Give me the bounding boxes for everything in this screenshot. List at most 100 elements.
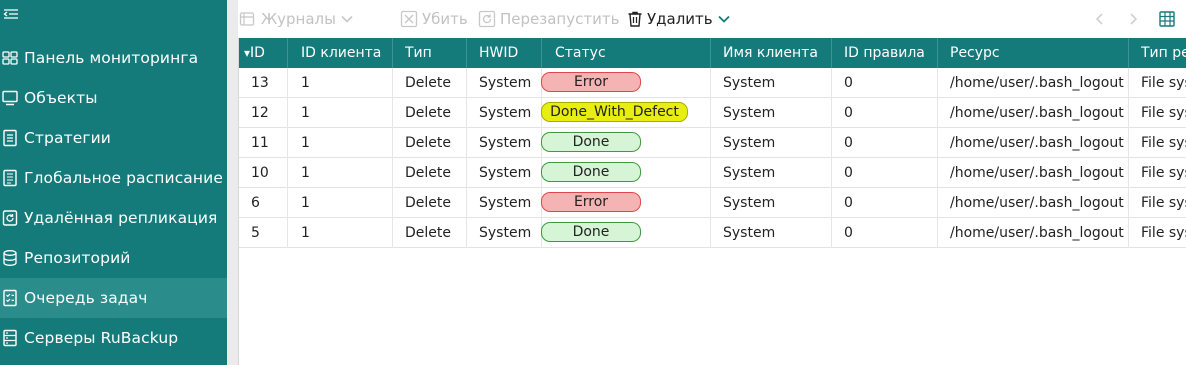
table-cell-id: 13	[251, 75, 269, 91]
column-header[interactable]: ▾ID	[244, 38, 265, 68]
column-divider[interactable]	[287, 38, 288, 68]
table-cell-rule-id: 0	[844, 75, 853, 91]
table-cell-type: Delete	[405, 105, 451, 121]
column-header[interactable]: ID клиента	[301, 38, 381, 68]
chevron-down-icon	[717, 15, 730, 23]
table-cell-client-name: System	[723, 75, 776, 91]
cell-divider	[710, 128, 711, 158]
restart-button[interactable]: Перезапустить	[478, 9, 619, 29]
next-page-button[interactable]	[1126, 9, 1140, 29]
column-header-label: Ресурс	[950, 45, 1000, 61]
sidebar-item[interactable]: Панель мониторинга	[0, 38, 227, 78]
kill-button[interactable]: Убить	[400, 9, 468, 29]
table-cell-resource-type: File system	[1141, 195, 1186, 211]
cell-divider	[466, 218, 467, 248]
table-cell-resource: /home/user/.bash_logout	[950, 225, 1124, 241]
sidebar-item[interactable]: Удалённая репликация	[0, 198, 227, 238]
table-row[interactable]: 10 1 Delete System Done System 0/home/user/.ba…	[239, 158, 1186, 188]
column-header[interactable]: Тип ресурса	[1141, 38, 1186, 68]
cell-divider	[466, 68, 467, 98]
table-cell-resource-type: File system	[1141, 165, 1186, 181]
delete-button[interactable]: Удалить	[626, 9, 731, 29]
table-row[interactable]: 6 1 Delete System Error System 0/home/user/.ba…	[239, 188, 1186, 218]
column-divider[interactable]	[1128, 38, 1129, 68]
table-settings-icon	[1159, 11, 1175, 27]
table-cell-client-name: System	[723, 225, 776, 241]
monitor-icon	[2, 89, 18, 107]
server-icon	[2, 329, 18, 347]
schedule-list-icon	[2, 169, 18, 187]
cell-divider	[287, 128, 288, 158]
sidebar-item[interactable]: Репозиторий	[0, 238, 227, 278]
column-divider[interactable]	[541, 38, 542, 68]
journals-button[interactable]: Журналы	[238, 9, 354, 29]
sidebar-item-label: Глобальное расписание	[24, 169, 223, 187]
table-cell-id: 11	[251, 135, 269, 151]
cell-divider	[937, 68, 938, 98]
cell-divider	[710, 218, 711, 248]
cell-divider	[392, 218, 393, 248]
column-header[interactable]: Ресурс	[950, 38, 1000, 68]
previous-page-button[interactable]	[1093, 9, 1107, 29]
sidebar-item[interactable]: Стратегии	[0, 118, 227, 158]
table-row[interactable]: 5 1 Delete System Done System 0/home/user/.bas…	[239, 218, 1186, 248]
table-cell-rule-id: 0	[844, 105, 853, 121]
cell-divider	[710, 68, 711, 98]
document-icon	[2, 129, 18, 147]
table-row[interactable]: 13 1 Delete System Error System 0/home/user/.b…	[239, 68, 1186, 98]
cell-divider	[831, 68, 832, 98]
sidebar-item[interactable]: Глобальное расписание	[0, 158, 227, 198]
cell-divider	[466, 128, 467, 158]
sidebar-collapse-icon[interactable]	[3, 4, 19, 24]
column-header-label: Имя клиента	[723, 45, 818, 61]
cell-divider	[710, 98, 711, 128]
table-cell-client-id: 1	[301, 195, 310, 211]
column-divider[interactable]	[466, 38, 467, 68]
column-header-label: Тип ресурса	[1141, 45, 1186, 61]
task-table: ▾ID ID клиента Тип HWID Статус Имя клиента ID …	[238, 38, 1186, 365]
journals-label: Журналы	[261, 10, 336, 28]
delete-label: Удалить	[647, 10, 713, 28]
column-header[interactable]: ID правила	[844, 38, 925, 68]
cell-divider	[392, 128, 393, 158]
cell-divider	[937, 128, 938, 158]
column-header-label: ID правила	[844, 45, 925, 61]
column-header-label: HWID	[479, 45, 519, 61]
journal-icon	[239, 12, 255, 26]
sidebar-item[interactable]: Серверы RuBackup	[0, 318, 227, 358]
column-divider[interactable]	[831, 38, 832, 68]
cell-divider	[392, 188, 393, 218]
table-cell-type: Delete	[405, 165, 451, 181]
table-cell-type: Delete	[405, 225, 451, 241]
cell-divider	[831, 158, 832, 188]
table-cell-hwid: System	[479, 165, 532, 181]
table-cell-id: 10	[251, 165, 269, 181]
table-cell-resource-type: File system	[1141, 225, 1186, 241]
table-cell-resource: /home/user/.bash_logout	[950, 165, 1124, 181]
column-header-label: Статус	[555, 45, 606, 61]
table-cell-resource: /home/user/.bash_logout	[950, 75, 1124, 91]
cell-divider	[392, 68, 393, 98]
column-divider[interactable]	[710, 38, 711, 68]
table-row[interactable]: 12 1 Delete System Done_With_Defect System 0/h…	[239, 98, 1186, 128]
dashboard-icon	[2, 49, 18, 67]
column-divider[interactable]	[392, 38, 393, 68]
main-content: Журналы Убить Перезапустить Удалить ▾ID I…	[238, 0, 1186, 365]
column-divider[interactable]	[937, 38, 938, 68]
table-row[interactable]: 11 1 Delete System Done System 0/home/user/.ba…	[239, 128, 1186, 158]
cell-divider	[831, 218, 832, 248]
table-cell-client-name: System	[723, 105, 776, 121]
cell-divider	[392, 98, 393, 128]
column-header[interactable]: HWID	[479, 38, 518, 68]
column-header[interactable]: Тип	[405, 38, 432, 68]
sidebar-item[interactable]: Объекты	[0, 78, 227, 118]
columns-settings-button[interactable]	[1158, 9, 1176, 29]
column-header[interactable]: Имя клиента	[723, 38, 818, 68]
column-header[interactable]: Статус	[555, 38, 606, 68]
sidebar-item[interactable]: Очередь задач	[0, 278, 227, 318]
cell-divider	[937, 188, 938, 218]
cell-divider	[287, 98, 288, 128]
column-header-label: ID клиента	[301, 45, 382, 61]
cell-divider	[1128, 128, 1129, 158]
table-cell-rule-id: 0	[844, 225, 853, 241]
